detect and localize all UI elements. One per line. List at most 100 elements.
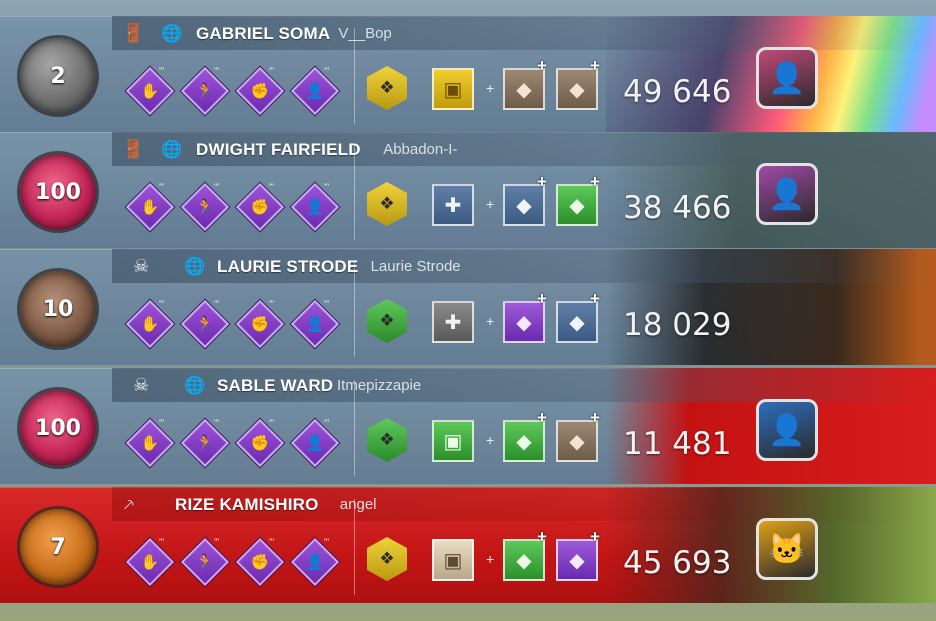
perk-4-icon-glyph: 👤 xyxy=(305,435,325,452)
plus-icon: + xyxy=(486,196,495,212)
player-name: RIZE KAMISHIRO xyxy=(175,495,319,514)
platform-username: V__Bop xyxy=(338,25,392,42)
player-row[interactable]: 100 ☠ 🌐 SABLE WARD Itmepizzapie ✋ ''' 🏃 ''' ✊ ''' 👤… xyxy=(0,368,936,484)
perk-tier-marks: ''' xyxy=(324,418,330,428)
divider xyxy=(354,28,355,124)
perk-3-icon-glyph: ✊ xyxy=(250,435,270,452)
bloodpoints-score: 38 466 xyxy=(623,190,732,226)
perk-4-icon-glyph: 👤 xyxy=(305,316,325,333)
perk-tier-marks: ''' xyxy=(324,182,330,192)
player-name: GABRIEL SOMA xyxy=(196,24,331,43)
item-icon[interactable]: ▣ xyxy=(432,420,474,462)
perk-tier-marks: ''' xyxy=(159,182,165,192)
prestige-badge: 10 xyxy=(20,271,96,347)
perk-3-icon-glyph: ✊ xyxy=(250,316,270,333)
perk-tier-marks: ''' xyxy=(159,418,165,428)
globe-icon: 🌐 xyxy=(161,24,183,43)
perk-tier-marks: ''' xyxy=(324,66,330,76)
prestige-level: 2 xyxy=(50,63,66,89)
prestige-badge: 100 xyxy=(20,154,96,230)
perk-1-icon-glyph: ✋ xyxy=(140,316,160,333)
prestige-level: 100 xyxy=(35,415,81,441)
player-row[interactable]: 100 🚪 🌐 DWIGHT FAIRFIELD Abbadon-I- ✋ ''' 🏃 ''' ✊… xyxy=(0,132,936,248)
exit-icon: 🚪 xyxy=(122,23,145,43)
addon-plus-icon: + xyxy=(537,172,547,191)
addon-plus-icon: + xyxy=(590,527,600,546)
perk-3-icon-glyph: ✊ xyxy=(250,83,270,100)
perk-2-icon-glyph: 🏃 xyxy=(195,199,215,216)
player-row[interactable]: 7 ⸕ RIZE KAMISHIRO angel ✋ ''' 🏃 ''' ✊ ''' 👤 ''' ❖ ▣ +… xyxy=(0,487,936,603)
perk-tier-marks: ''' xyxy=(269,182,275,192)
perk-tier-marks: ''' xyxy=(159,537,165,547)
divider xyxy=(354,499,355,595)
plus-icon: + xyxy=(486,313,495,329)
item-icon[interactable]: ▣ xyxy=(432,68,474,110)
plus-icon: + xyxy=(486,551,495,567)
killer-mark-icon: ⸕ xyxy=(122,494,136,514)
character-portrait[interactable]: 👤 xyxy=(756,47,818,109)
player-row[interactable]: 10 ☠ 🌐 LAURIE STRODE Laurie Strode ✋ ''' 🏃 ''' ✊ '… xyxy=(0,249,936,365)
addon-plus-icon: + xyxy=(590,408,600,427)
globe-icon: 🌐 xyxy=(161,140,183,159)
prestige-badge: 2 xyxy=(20,38,96,114)
bloodpoints-score: 49 646 xyxy=(623,74,732,110)
plus-icon: + xyxy=(486,80,495,96)
platform-username: angel xyxy=(339,496,377,513)
perk-tier-marks: ''' xyxy=(214,66,220,76)
player-name: SABLE WARD xyxy=(217,376,334,395)
item-icon[interactable]: ✚ xyxy=(432,301,474,343)
perk-tier-marks: ''' xyxy=(269,66,275,76)
player-name: DWIGHT FAIRFIELD xyxy=(196,140,361,159)
addon-plus-icon: + xyxy=(537,289,547,308)
prestige-level: 7 xyxy=(50,534,66,560)
perk-1-icon-glyph: ✋ xyxy=(140,435,160,452)
perk-tier-marks: ''' xyxy=(214,418,220,428)
divider xyxy=(354,380,355,476)
plus-icon: + xyxy=(486,432,495,448)
perk-tier-marks: ''' xyxy=(269,418,275,428)
platform-username: Laurie Strode xyxy=(370,258,461,275)
perk-3-icon-glyph: ✊ xyxy=(250,554,270,571)
platform-username: Abbadon-I- xyxy=(383,141,458,158)
prestige-badge: 100 xyxy=(20,390,96,466)
addon-plus-icon: + xyxy=(537,56,547,75)
perk-tier-marks: ''' xyxy=(269,537,275,547)
divider xyxy=(354,261,355,357)
perk-tier-marks: ''' xyxy=(324,299,330,309)
prestige-badge: 7 xyxy=(20,509,96,585)
addon-plus-icon: + xyxy=(537,408,547,427)
perk-tier-marks: ''' xyxy=(214,182,220,192)
perk-1-icon-glyph: ✋ xyxy=(140,83,160,100)
perk-tier-marks: ''' xyxy=(214,537,220,547)
globe-icon: 🌐 xyxy=(184,376,206,395)
perk-4-icon-glyph: 👤 xyxy=(305,199,325,216)
player-row[interactable]: 2 🚪 🌐 GABRIEL SOMA V__Bop ✋ ''' 🏃 ''' ✊ ''' 👤 ''' ❖ ▣ +… xyxy=(0,16,936,132)
exit-icon: 🚪 xyxy=(122,139,145,159)
character-portrait[interactable]: 👤 xyxy=(756,399,818,461)
item-icon[interactable]: ✚ xyxy=(432,184,474,226)
platform-username: Itmepizzapie xyxy=(337,377,422,394)
perk-tier-marks: ''' xyxy=(324,537,330,547)
perk-3-icon-glyph: ✊ xyxy=(250,199,270,216)
perk-1-icon-glyph: ✋ xyxy=(140,554,160,571)
bloodpoints-score: 45 693 xyxy=(623,545,732,581)
perk-tier-marks: ''' xyxy=(159,299,165,309)
globe-icon: 🌐 xyxy=(184,257,206,276)
skull-icon: ☠ xyxy=(133,375,150,395)
prestige-level: 10 xyxy=(42,296,74,322)
addon-plus-icon: + xyxy=(590,289,600,308)
addon-plus-icon: + xyxy=(590,56,600,75)
perk-4-icon-glyph: 👤 xyxy=(305,554,325,571)
perk-tier-marks: ''' xyxy=(214,299,220,309)
perk-2-icon-glyph: 🏃 xyxy=(195,435,215,452)
perk-tier-marks: ''' xyxy=(269,299,275,309)
item-icon[interactable]: ▣ xyxy=(432,539,474,581)
character-portrait[interactable]: 🐱 xyxy=(756,518,818,580)
addon-plus-icon: + xyxy=(537,527,547,546)
perk-2-icon-glyph: 🏃 xyxy=(195,554,215,571)
perk-2-icon-glyph: 🏃 xyxy=(195,316,215,333)
character-portrait[interactable]: 👤 xyxy=(756,163,818,225)
skull-icon: ☠ xyxy=(133,256,150,276)
bloodpoints-score: 11 481 xyxy=(623,426,732,462)
prestige-level: 100 xyxy=(35,179,81,205)
